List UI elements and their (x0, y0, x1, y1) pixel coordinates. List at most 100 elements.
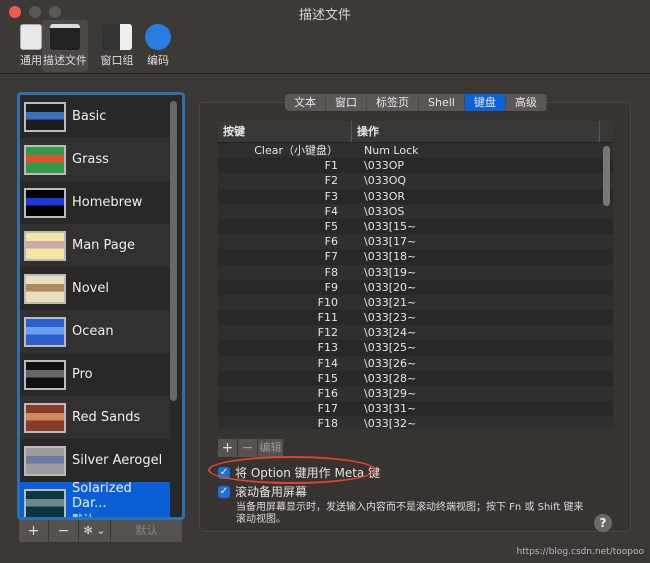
toolbar-window-group[interactable]: 窗口组 (94, 20, 140, 72)
profile-item[interactable]: Homebrew (20, 181, 170, 224)
profile-item[interactable]: Silver Aerogel (20, 439, 170, 482)
checkmark-icon: ✓ (218, 485, 230, 498)
add-key-button[interactable]: + (218, 439, 238, 457)
table-row[interactable]: F16 \033[29~ (218, 386, 613, 402)
table-row[interactable]: F1 \033OP (218, 158, 613, 173)
profile-thumbnail (24, 445, 66, 476)
column-header-action[interactable]: 操作 (352, 121, 600, 142)
key-cell: F16 (317, 387, 338, 400)
table-row[interactable]: Clear（小键盘） Num Lock (218, 143, 613, 159)
remove-key-button[interactable]: − (238, 439, 258, 457)
table-row[interactable]: F3 \033OR (218, 189, 613, 204)
key-cell: Clear（小键盘） (254, 144, 338, 157)
profile-item[interactable]: Grass (20, 138, 170, 181)
tab-0[interactable]: 文本 (285, 94, 326, 111)
table-row[interactable]: F7 \033[18~ (218, 249, 613, 264)
profile-name: Man Page (72, 238, 136, 253)
profile-thumbnail (24, 488, 66, 517)
tab-1[interactable]: 窗口 (326, 94, 367, 111)
list-scrollbar[interactable] (170, 101, 177, 401)
default-badge: 默认 (72, 512, 94, 520)
profile-list-buttons: + − ✻ ⌄ 默认 (19, 520, 183, 542)
action-cell: \033OR (364, 189, 406, 203)
table-row[interactable]: F8 \033[19~ (218, 264, 613, 280)
table-row[interactable]: F14 \033[26~ (218, 355, 613, 371)
key-cell: F11 (317, 311, 338, 325)
profile-name: Silver Aerogel (72, 453, 163, 468)
table-row[interactable]: F18 \033[32~ (218, 416, 613, 429)
toolbar-globe[interactable]: 编码 (135, 20, 181, 72)
table-row[interactable]: F17 \033[31~ (218, 401, 613, 416)
action-cell: \033[32~ (364, 417, 417, 429)
action-cell: \033[25~ (364, 341, 417, 355)
table-scrollbar[interactable] (603, 146, 610, 206)
profile-item[interactable]: Red Sands (20, 396, 170, 439)
action-cell: \033[15~ (364, 219, 417, 233)
add-profile-button[interactable]: + (19, 520, 49, 542)
edit-key-button[interactable]: 编辑 (258, 439, 284, 457)
tab-5[interactable]: 高级 (506, 94, 547, 111)
action-cell: \033OQ (364, 174, 407, 188)
column-header-key[interactable]: 按键 (218, 121, 352, 142)
toolbar-label: 编码 (147, 54, 169, 67)
table-row[interactable]: F12 \033[24~ (218, 325, 613, 341)
tab-4[interactable]: 键盘 (464, 94, 506, 111)
watermark: https://blog.csdn.net/toopoo (516, 547, 644, 557)
key-cell: F2 (324, 174, 338, 188)
table-row[interactable]: F9 \033[20~ (218, 280, 613, 295)
key-cell: F3 (324, 189, 338, 203)
key-bindings-table[interactable]: 按键 操作 Clear（小键盘） Num Lock F1 \033OP F2 \033OQ… (218, 121, 613, 429)
key-cell: F1 (324, 159, 338, 173)
table-row[interactable]: F2 \033OQ (218, 173, 613, 189)
action-cell: \033OP (364, 159, 404, 173)
table-row[interactable]: F15 \033[28~ (218, 371, 613, 386)
tab-3[interactable]: Shell (419, 94, 465, 111)
profile-thumbnail (24, 230, 66, 261)
key-cell: F6 (324, 235, 338, 249)
profile-thumbnail (24, 359, 66, 390)
profile-thumbnail (24, 101, 66, 132)
toolbar-label: 描述文件 (43, 54, 87, 67)
table-row[interactable]: F11 \033[23~ (218, 310, 613, 325)
profile-list[interactable]: Basic Grass Homebrew Man Page Novel Ocean Pro R… (17, 92, 185, 520)
action-cell: \033[24~ (364, 326, 417, 340)
key-cell: F5 (324, 219, 338, 233)
profile-item[interactable]: Man Page (20, 224, 170, 267)
key-cell: F8 (324, 265, 338, 279)
profile-thumbnail (24, 144, 66, 175)
action-cell: \033[19~ (364, 265, 417, 279)
action-cell: \033[28~ (364, 371, 417, 385)
help-button[interactable]: ? (594, 514, 612, 532)
key-cell: F13 (317, 341, 338, 355)
tab-2[interactable]: 标签页 (367, 94, 419, 111)
profile-item[interactable]: Ocean (20, 310, 170, 353)
key-cell: F14 (317, 356, 338, 370)
profile-name: Red Sands (72, 410, 141, 425)
set-default-button[interactable]: 默认 (111, 520, 183, 542)
action-cell: \033[18~ (364, 250, 417, 264)
table-row[interactable]: F4 \033OS (218, 203, 613, 219)
profile-name: Basic (72, 109, 107, 124)
profile-thumbnail (24, 187, 66, 218)
profile-item[interactable]: Solarized Dar... 默认 (20, 481, 170, 520)
profile-item[interactable]: Basic (20, 95, 170, 138)
profile-name: Ocean (72, 324, 114, 339)
window-group-icon (102, 24, 132, 50)
remove-profile-button[interactable]: − (49, 520, 79, 542)
scroll-alternate-screen-checkbox[interactable]: ✓ 滚动备用屏幕 (218, 483, 307, 500)
globe-icon (145, 24, 171, 50)
table-row[interactable]: F10 \033[21~ (218, 294, 613, 311)
table-row[interactable]: F13 \033[25~ (218, 340, 613, 355)
profile-item[interactable]: Pro (20, 353, 170, 396)
profile-item[interactable]: Novel (20, 267, 170, 310)
toolbar-terminal[interactable]: 描述文件 (42, 20, 88, 72)
scroll-alternate-screen-label: 滚动备用屏幕 (235, 485, 308, 499)
gear-menu-button[interactable]: ✻ ⌄ (79, 520, 111, 542)
profile-name: Grass (72, 152, 109, 167)
key-cell: F7 (324, 250, 338, 264)
table-row[interactable]: F5 \033[15~ (218, 219, 613, 234)
table-row[interactable]: F6 \033[17~ (218, 234, 613, 250)
scroll-description: 当备用屏幕显示时，发送输入内容而不是滚动终端视图；按下 Fn 或 Shift 键… (236, 502, 584, 525)
toolbar-label: 窗口组 (100, 54, 134, 67)
action-cell: \033[17~ (364, 235, 417, 249)
